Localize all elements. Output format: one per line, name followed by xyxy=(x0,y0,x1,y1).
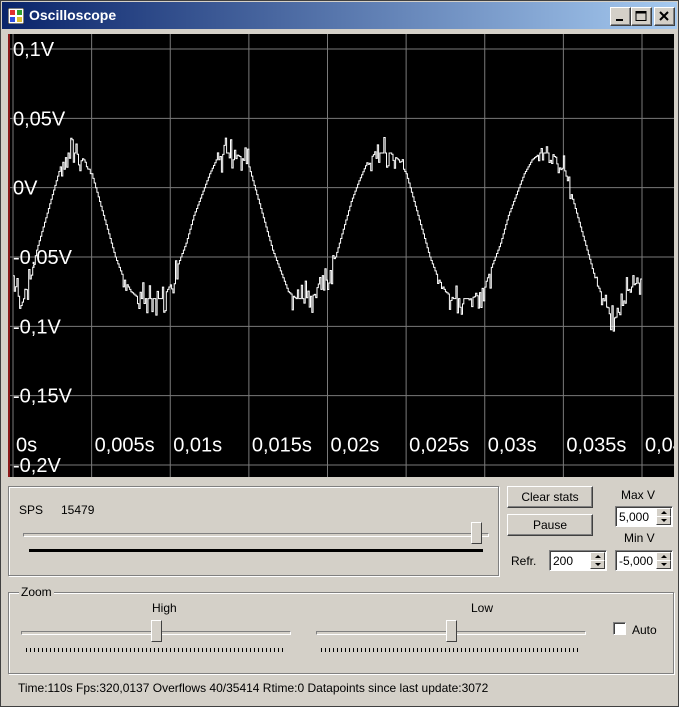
y-axis-tick-label: 0,05V xyxy=(13,108,66,130)
sps-slider-baseline xyxy=(29,549,483,552)
x-axis-tick-label: 0,025s xyxy=(409,435,469,457)
y-axis-tick-label: -0,2V xyxy=(13,455,61,477)
sps-label: SPS xyxy=(19,503,44,517)
oscilloscope-window: Oscilloscope 0,1V 0,05V 0V -0,05V -0,1V -0,15… xyxy=(0,0,679,707)
clear-stats-button[interactable]: Clear stats xyxy=(507,486,593,508)
refresh-stepper[interactable]: 200 xyxy=(549,550,607,571)
sps-value: 15479 xyxy=(61,503,95,517)
x-axis-tick-label: 0,005s xyxy=(95,435,155,457)
zoom-legend: Zoom xyxy=(19,585,54,599)
zoom-high-slider-thumb[interactable] xyxy=(151,620,162,647)
minimize-icon xyxy=(616,19,623,21)
y-axis-tick-label: 0,1V xyxy=(13,39,55,61)
x-axis-tick-label: 0,015s xyxy=(252,435,312,457)
zoom-low-slider-thumb[interactable] xyxy=(446,620,457,647)
y-axis-tick-label: -0,1V xyxy=(13,316,61,338)
min-v-down-arrow-icon[interactable] xyxy=(656,560,671,569)
max-v-value: 5,000 xyxy=(619,510,650,524)
sps-panel: SPS 15479 xyxy=(8,486,499,576)
status-bar-text: Time:110s Fps:320,0137 Overflows 40/3541… xyxy=(18,681,489,695)
min-v-stepper[interactable]: -5,000 xyxy=(615,550,673,571)
close-icon xyxy=(659,11,669,21)
x-axis-tick-label: 0s xyxy=(16,435,37,457)
x-axis-tick-label: 0,03s xyxy=(488,435,537,457)
min-v-value: -5,000 xyxy=(619,554,654,568)
pause-button[interactable]: Pause xyxy=(507,514,593,536)
auto-label: Auto xyxy=(632,623,657,637)
sps-slider-track[interactable] xyxy=(23,533,489,537)
min-v-label: Min V xyxy=(624,531,655,545)
zoom-panel: Zoom High Low Auto xyxy=(8,585,674,674)
zoom-low-label: Low xyxy=(471,601,494,615)
oscilloscope-display: 0,1V 0,05V 0V -0,05V -0,1V -0,15V -0,2V 0s 0,00… xyxy=(8,34,674,477)
x-axis-tick-label: 0,035s xyxy=(566,435,626,457)
refresh-label: Refr. xyxy=(511,554,537,568)
sps-slider-thumb[interactable] xyxy=(471,522,482,549)
y-axis-tick-label: 0V xyxy=(13,178,38,200)
zoom-high-label: High xyxy=(152,601,177,615)
auto-checkbox[interactable] xyxy=(613,622,626,635)
maximize-icon xyxy=(635,11,647,21)
x-axis-tick-label: 0,02s xyxy=(331,435,380,457)
max-v-down-arrow-icon[interactable] xyxy=(656,516,671,525)
zoom-high-ticks xyxy=(26,648,286,652)
oscilloscope-app-icon xyxy=(8,8,24,24)
close-button[interactable] xyxy=(654,7,675,26)
zoom-low-ticks xyxy=(321,648,581,652)
oscilloscope-chart: 0,1V 0,05V 0V -0,05V -0,1V -0,15V -0,2V 0s 0,00… xyxy=(10,34,674,477)
maximize-button[interactable] xyxy=(631,7,652,26)
refresh-down-arrow-icon[interactable] xyxy=(590,560,605,569)
y-axis-tick-label: -0,15V xyxy=(13,386,73,408)
x-axis-tick-label: 0,04 xyxy=(645,435,674,457)
minimize-button[interactable] xyxy=(610,7,631,26)
window-title: Oscilloscope xyxy=(29,7,117,23)
refresh-value: 200 xyxy=(553,554,574,568)
max-v-label: Max V xyxy=(621,488,656,502)
max-v-stepper[interactable]: 5,000 xyxy=(615,506,673,527)
x-axis-tick-label: 0,01s xyxy=(173,435,222,457)
y-axis-tick-label: -0,05V xyxy=(13,247,73,269)
title-bar[interactable]: Oscilloscope xyxy=(2,2,677,29)
